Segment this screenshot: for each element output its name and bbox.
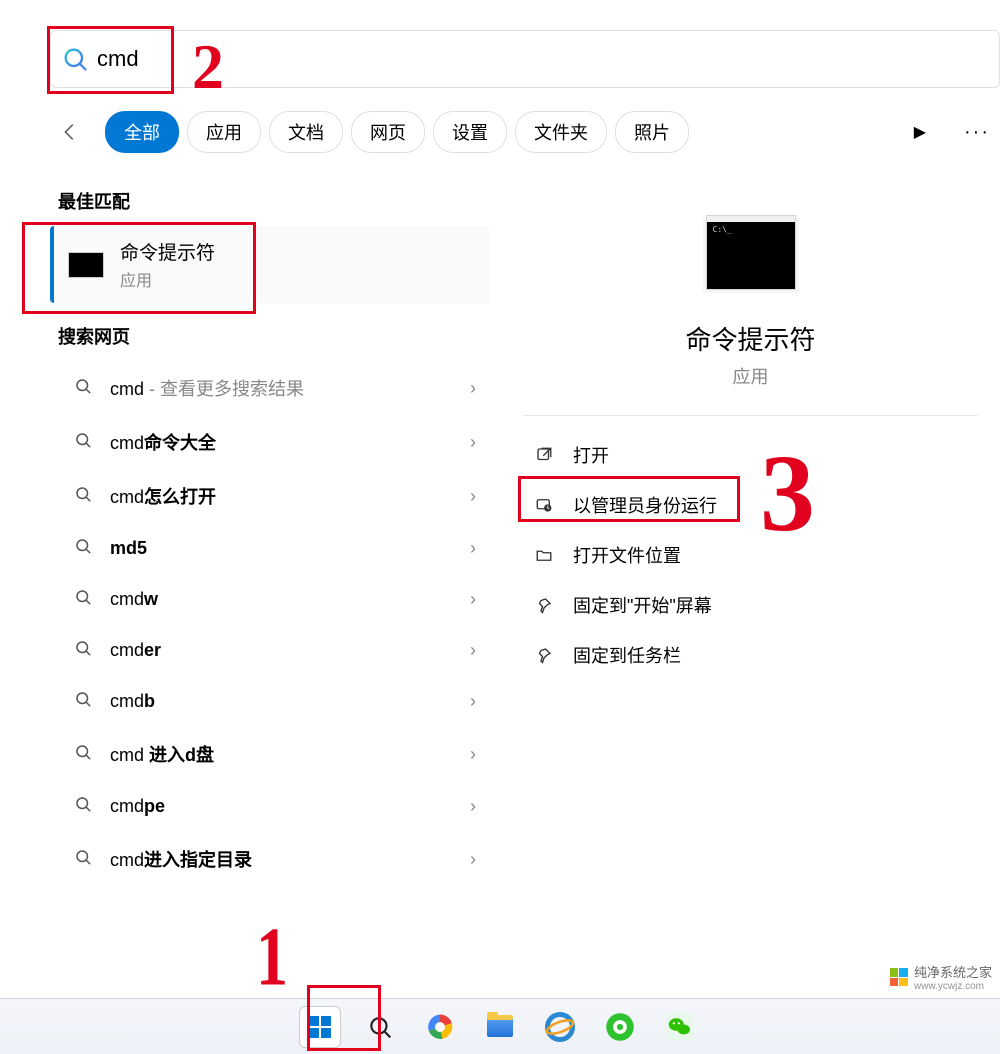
chevron-right-icon: › [470,432,476,453]
chevron-right-icon: › [470,849,476,870]
web-result-item[interactable]: cmdb› [54,676,490,727]
actions-list: 打开以管理员身份运行打开文件位置固定到"开始"屏幕固定到任务栏 [501,426,1000,680]
open-icon [533,446,555,464]
web-results-list: cmd - 查看更多搜索结果›cmd命令大全›cmd怎么打开›md5›cmdw›… [54,361,490,886]
web-result-text: cmd命令大全 [110,429,470,455]
search-icon [61,45,89,73]
action-open[interactable]: 打开 [523,430,1000,480]
search-bar [50,30,1000,88]
web-result-text: cmdw [110,589,470,610]
watermark-url: www.ycwjz.com [914,981,992,992]
chevron-right-icon: › [470,486,476,507]
tab-all[interactable]: 全部 [105,111,179,153]
start-button[interactable] [299,1006,341,1048]
web-result-item[interactable]: cmdw› [54,574,490,625]
best-match-title: 命令提示符 [120,238,215,265]
action-label: 打开文件位置 [573,542,681,568]
web-result-item[interactable]: cmdpe› [54,781,490,832]
preview-pane: 命令提示符 应用 打开以管理员身份运行打开文件位置固定到"开始"屏幕固定到任务栏 [500,170,1000,974]
results-left-column: 最佳匹配 命令提示符 应用 搜索网页 cmd - 查看更多搜索结果›cmd命令大… [40,170,500,974]
web-result-text: cmdpe [110,796,470,817]
taskbar-explorer-icon[interactable] [479,1006,521,1048]
action-label: 打开 [573,442,609,468]
action-pin[interactable]: 固定到任务栏 [523,630,1000,680]
web-result-item[interactable]: cmd 进入d盘› [54,727,490,781]
folder-icon [533,546,555,564]
best-match-header: 最佳匹配 [58,188,486,214]
pin-icon [533,646,555,664]
windows-logo-icon [309,1016,331,1038]
cmd-thumb-icon [68,252,104,278]
search-icon [74,795,94,818]
chevron-right-icon: › [470,640,476,661]
tab-apps[interactable]: 应用 [187,111,261,153]
search-icon [74,690,94,713]
tab-documents[interactable]: 文档 [269,111,343,153]
pin-icon [533,596,555,614]
web-result-text: md5 [110,538,470,559]
search-icon [74,485,94,508]
web-result-text: cmd - 查看更多搜索结果 [110,375,470,401]
chevron-right-icon: › [470,691,476,712]
admin-icon [533,496,555,514]
web-result-text: cmd怎么打开 [110,483,470,509]
search-icon [74,377,94,400]
best-match-result[interactable]: 命令提示符 应用 [50,226,490,303]
search-icon [74,588,94,611]
chevron-right-icon: › [470,538,476,559]
search-icon [74,743,94,766]
tab-folders[interactable]: 文件夹 [515,111,607,153]
taskbar-360-icon[interactable] [599,1006,641,1048]
taskbar [0,998,1000,1054]
back-arrow-icon[interactable] [55,117,85,147]
taskbar-browser-icon[interactable] [419,1006,461,1048]
divider [523,415,978,416]
chevron-right-icon: › [470,744,476,765]
chevron-right-icon: › [470,589,476,610]
watermark: 纯净系统之家 www.ycwjz.com [890,962,992,992]
web-result-item[interactable]: cmd进入指定目录› [54,832,490,886]
action-label: 以管理员身份运行 [573,492,717,518]
web-result-item[interactable]: cmd怎么打开› [54,469,490,523]
search-icon [74,848,94,871]
search-icon [74,537,94,560]
search-input[interactable] [97,46,989,72]
search-icon [74,639,94,662]
watermark-logo-icon [890,968,908,986]
more-icon[interactable]: ··· [964,121,990,144]
play-icon[interactable]: ▶ [914,122,926,142]
filter-tabs: 全部 应用 文档 网页 设置 文件夹 照片 ▶ ··· [55,108,990,156]
search-web-header: 搜索网页 [58,323,486,349]
web-result-item[interactable]: cmd命令大全› [54,415,490,469]
preview-title: 命令提示符 [501,320,1000,357]
search-results-panel: 最佳匹配 命令提示符 应用 搜索网页 cmd - 查看更多搜索结果›cmd命令大… [40,170,1000,974]
watermark-title: 纯净系统之家 [914,965,992,980]
action-label: 固定到任务栏 [573,642,681,668]
chevron-right-icon: › [470,378,476,399]
search-icon [74,431,94,454]
taskbar-ie-icon[interactable] [539,1006,581,1048]
web-result-item[interactable]: cmd - 查看更多搜索结果› [54,361,490,415]
web-result-text: cmder [110,640,470,661]
taskbar-search-icon[interactable] [359,1006,401,1048]
web-result-text: cmd进入指定目录 [110,846,470,872]
web-result-item[interactable]: md5› [54,523,490,574]
chevron-right-icon: › [470,796,476,817]
preview-subtitle: 应用 [501,363,1000,389]
best-match-subtitle: 应用 [120,267,215,291]
taskbar-wechat-icon[interactable] [659,1006,701,1048]
tab-photos[interactable]: 照片 [615,111,689,153]
web-result-item[interactable]: cmder› [54,625,490,676]
action-admin[interactable]: 以管理员身份运行 [523,480,1000,530]
action-folder[interactable]: 打开文件位置 [523,530,1000,580]
tab-settings[interactable]: 设置 [433,111,507,153]
web-result-text: cmdb [110,691,470,712]
web-result-text: cmd 进入d盘 [110,741,470,767]
preview-app-icon [706,220,796,290]
tab-web[interactable]: 网页 [351,111,425,153]
action-label: 固定到"开始"屏幕 [573,592,712,618]
action-pin[interactable]: 固定到"开始"屏幕 [523,580,1000,630]
